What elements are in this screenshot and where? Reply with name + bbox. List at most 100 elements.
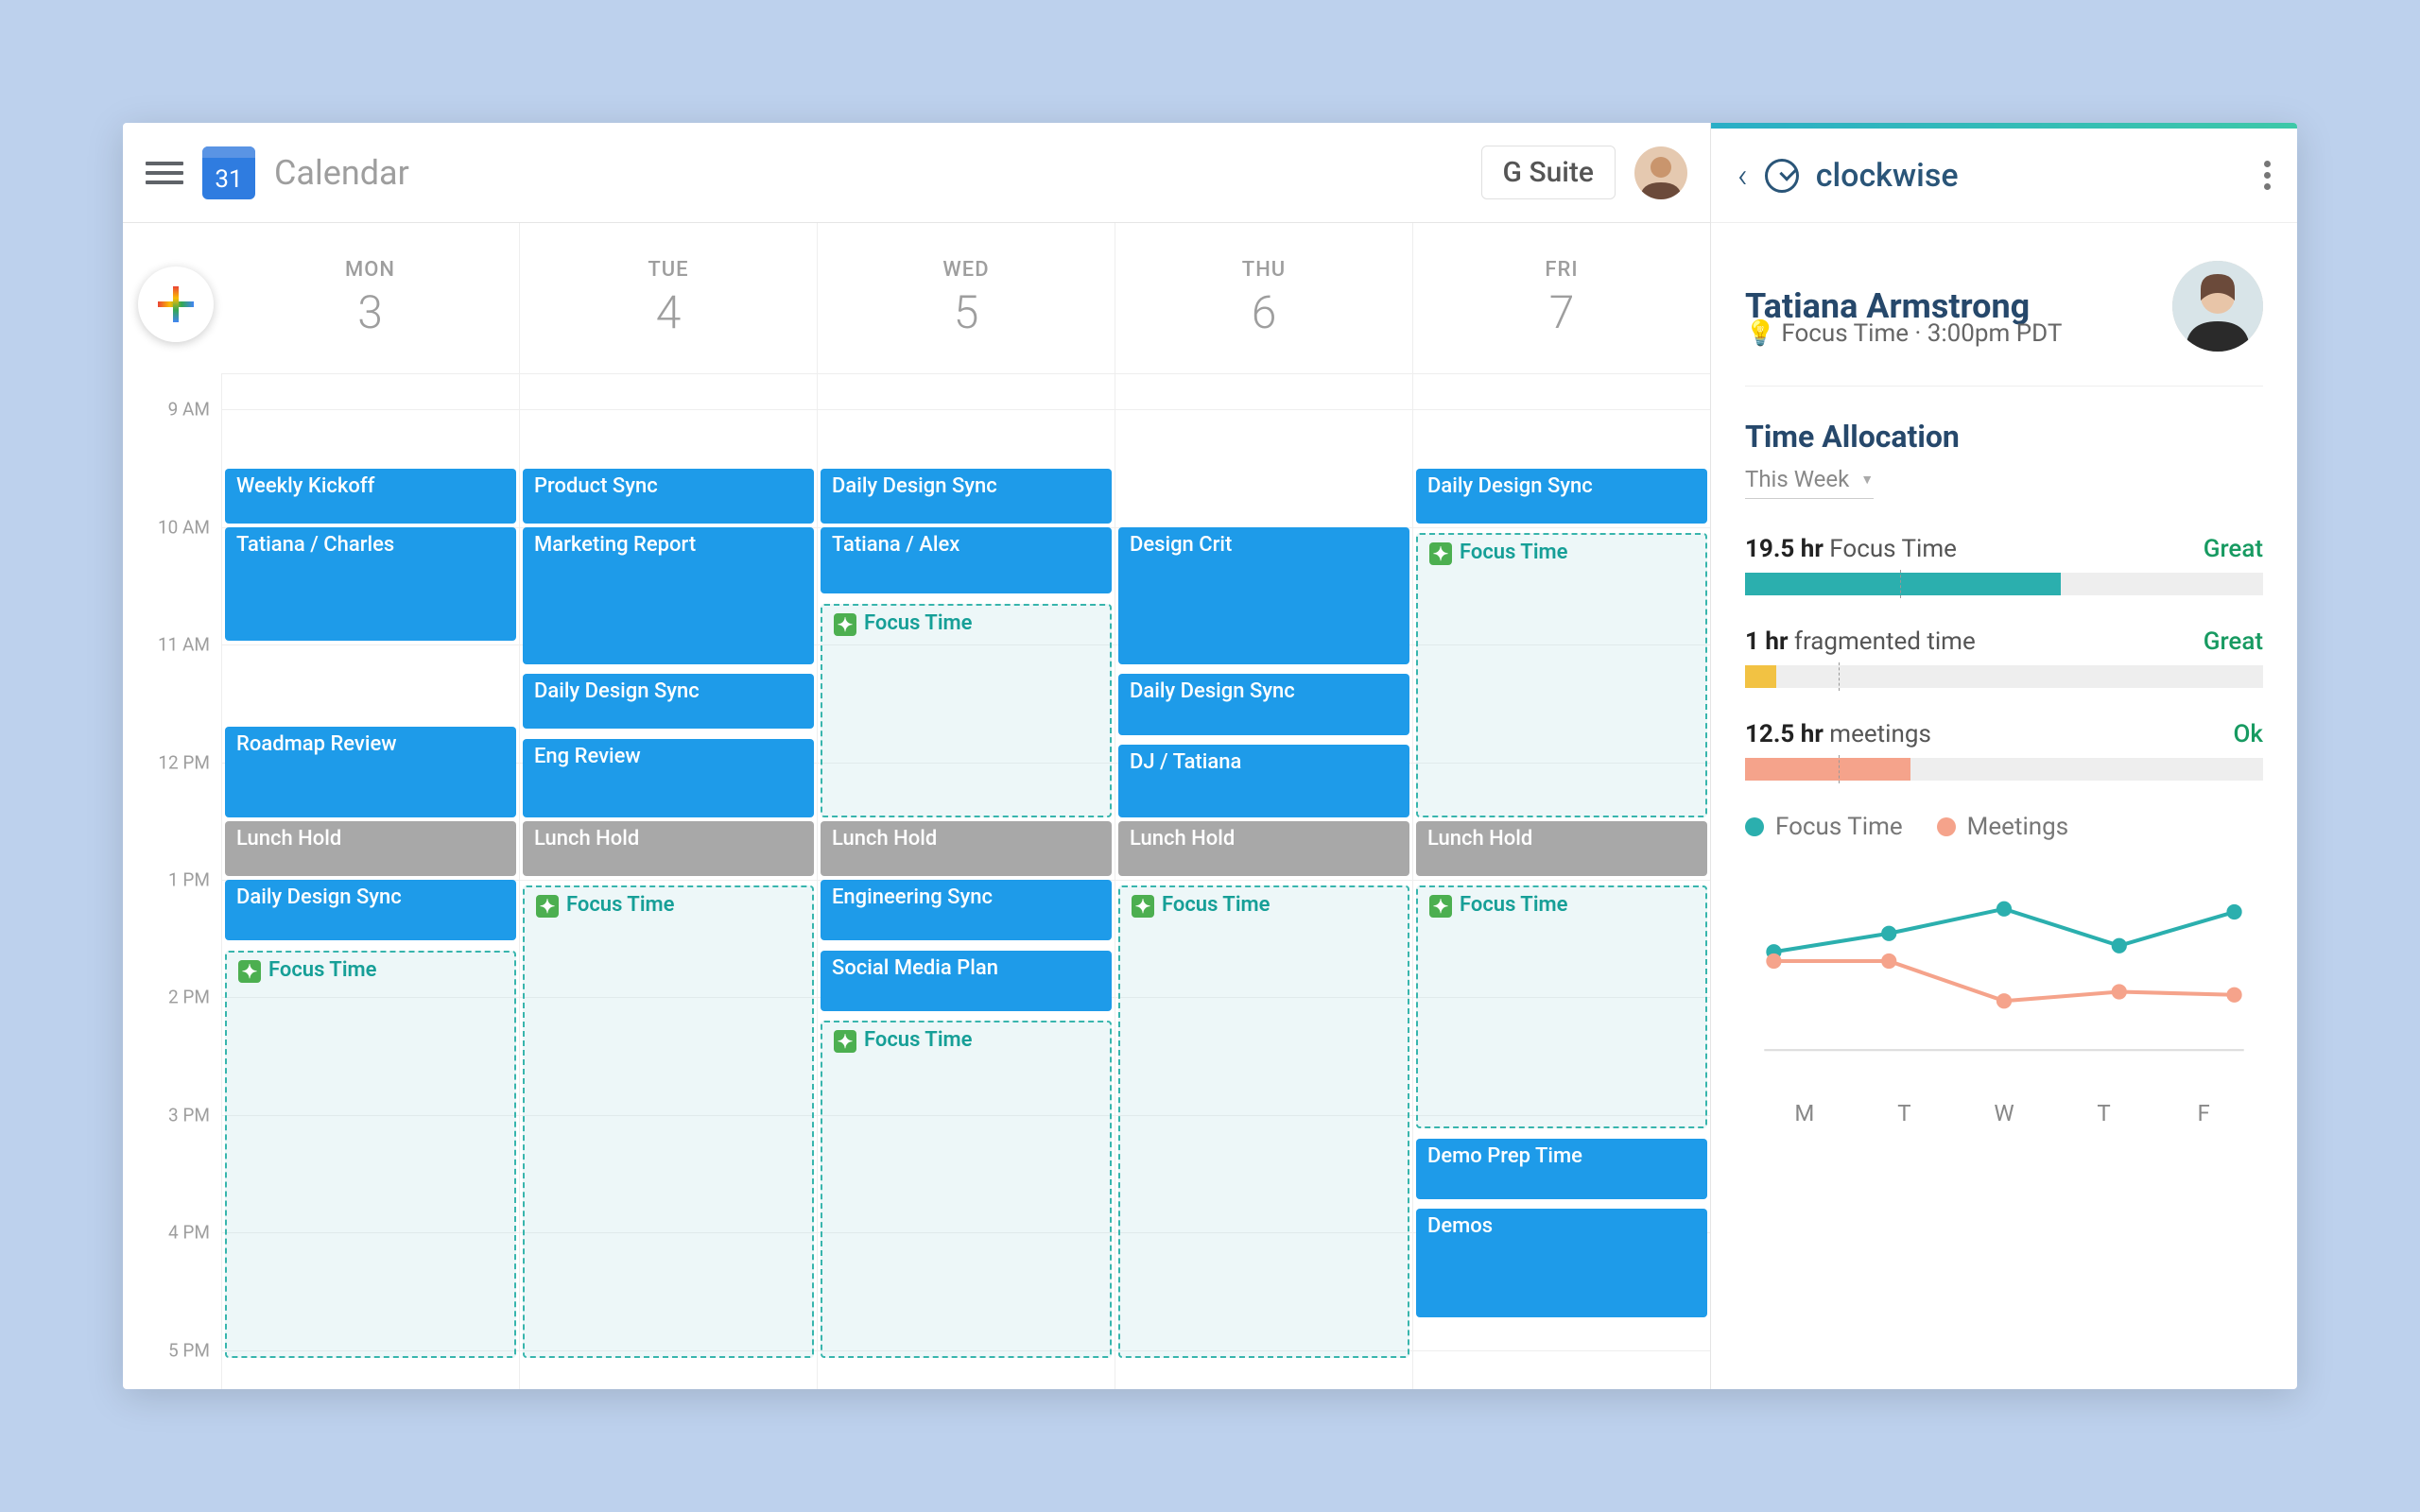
calendar-event[interactable]: Lunch Hold bbox=[225, 821, 516, 876]
clockwise-logo-icon bbox=[1765, 159, 1799, 193]
time-label: 4 PM bbox=[168, 1222, 210, 1244]
calendar-event[interactable]: Daily Design Sync bbox=[821, 469, 1112, 524]
menu-icon[interactable] bbox=[146, 154, 183, 192]
calendar-event[interactable]: DJ / Tatiana bbox=[1118, 745, 1409, 817]
status-text: Focus Time · 3:00pm PDT bbox=[1781, 319, 2062, 348]
time-label: 1 PM bbox=[168, 869, 210, 891]
calendar-body: MON3 TUE 4 WED5 THU 6 FRI7 9 AM10 AM11 AM12 PM… bbox=[123, 223, 1710, 1389]
event-label: Eng Review bbox=[534, 745, 641, 768]
event-label: Social Media Plan bbox=[832, 956, 998, 980]
calendar-event[interactable]: Design Crit bbox=[1118, 527, 1409, 664]
back-button[interactable]: ‹ bbox=[1737, 156, 1748, 196]
focus-icon: ✦ bbox=[834, 1030, 856, 1053]
focus-time-block[interactable]: ✦Focus Time bbox=[1416, 885, 1707, 1128]
event-label: Focus Time bbox=[1460, 541, 1568, 564]
gsuite-button[interactable]: G Suite bbox=[1481, 146, 1616, 199]
metric-label: 19.5 hr Focus Time bbox=[1745, 535, 1957, 563]
event-label: Engineering Sync bbox=[832, 885, 993, 909]
calendar-event[interactable]: Lunch Hold bbox=[821, 821, 1112, 876]
metric-label: 1 hr fragmented time bbox=[1745, 627, 1976, 656]
header: 31 Calendar G Suite bbox=[123, 123, 1710, 223]
calendar-event[interactable]: Eng Review bbox=[523, 739, 814, 817]
calendar-event[interactable]: Product Sync bbox=[523, 469, 814, 524]
calendar-columns[interactable]: 9 AM10 AM11 AM12 PM1 PM2 PM3 PM4 PM5 PM … bbox=[221, 374, 1710, 1389]
calendar-event[interactable]: Lunch Hold bbox=[1416, 821, 1707, 876]
legend-focus: Focus Time bbox=[1745, 813, 1903, 841]
focus-icon: ✦ bbox=[834, 613, 856, 636]
calendar-event[interactable]: Daily Design Sync bbox=[1118, 674, 1409, 734]
calendar-event[interactable]: Roadmap Review bbox=[225, 727, 516, 817]
chart-x-label: W bbox=[1954, 1100, 2054, 1126]
event-label: Daily Design Sync bbox=[1427, 474, 1593, 498]
day-column[interactable]: Daily Design Sync✦Focus TimeLunch Hold✦F… bbox=[1412, 374, 1710, 1389]
event-label: Weekly Kickoff bbox=[236, 474, 374, 498]
calendar-event[interactable]: Lunch Hold bbox=[1118, 821, 1409, 876]
header-actions: G Suite bbox=[1481, 146, 1687, 199]
calendar-event[interactable]: Lunch Hold bbox=[523, 821, 814, 876]
calendar-event[interactable]: Marketing Report bbox=[523, 527, 814, 664]
day-number: 3 bbox=[357, 285, 383, 339]
focus-time-block[interactable]: ✦Focus Time bbox=[1416, 533, 1707, 817]
chart-x-label: F bbox=[2153, 1100, 2254, 1126]
event-label: Tatiana / Alex bbox=[832, 533, 959, 557]
chevron-down-icon: ▼ bbox=[1860, 472, 1874, 488]
focus-icon: ✦ bbox=[536, 895, 559, 918]
day-number: 4 bbox=[656, 285, 682, 339]
metric-row: 19.5 hr Focus Time Great bbox=[1745, 535, 2263, 595]
focus-time-block[interactable]: ✦Focus Time bbox=[225, 951, 516, 1358]
metric-label: 12.5 hr meetings bbox=[1745, 720, 1931, 748]
time-allocation-chart bbox=[1745, 850, 2263, 1096]
event-label: Design Crit bbox=[1130, 533, 1232, 557]
day-header[interactable]: THU 6 bbox=[1115, 223, 1412, 373]
focus-icon: ✦ bbox=[1132, 895, 1154, 918]
period-selector[interactable]: This Week ▼ bbox=[1745, 466, 1874, 499]
day-column[interactable]: Design Crit Daily Design Sync DJ / Tatiana… bbox=[1115, 374, 1412, 1389]
day-column[interactable]: Weekly Kickoff Tatiana / Charles Roadmap R… bbox=[221, 374, 519, 1389]
event-label: Focus Time bbox=[1162, 893, 1270, 917]
calendar-event[interactable]: Daily Design Sync bbox=[523, 674, 814, 729]
day-header[interactable]: WED5 bbox=[817, 223, 1115, 373]
user-avatar[interactable] bbox=[1634, 146, 1687, 199]
calendar-event[interactable]: Tatiana / Charles bbox=[225, 527, 516, 641]
day-header[interactable]: MON3 bbox=[221, 223, 519, 373]
day-column[interactable]: Daily Design Sync Tatiana / Alex ✦ Focus Ti… bbox=[817, 374, 1115, 1389]
calendar-event[interactable]: Demo Prep Time bbox=[1416, 1139, 1707, 1199]
legend-meetings: Meetings bbox=[1937, 813, 2068, 841]
chart-x-label: T bbox=[2054, 1100, 2154, 1126]
day-name: TUE bbox=[648, 258, 688, 282]
clockwise-brand: clockwise bbox=[1816, 157, 1959, 195]
calendar-event[interactable]: Daily Design Sync bbox=[1416, 469, 1707, 524]
focus-time-block[interactable]: ✦Focus Time bbox=[523, 885, 814, 1358]
legend-meetings-label: Meetings bbox=[1967, 813, 2068, 841]
calendar-logo-icon: 31 bbox=[202, 146, 255, 199]
calendar-event[interactable]: Social Media Plan bbox=[821, 951, 1112, 1011]
day-header[interactable]: FRI7 bbox=[1412, 223, 1710, 373]
time-label: 9 AM bbox=[168, 399, 210, 421]
calendar-event[interactable]: Demos bbox=[1416, 1209, 1707, 1316]
focus-time-block[interactable]: ✦Focus Time bbox=[821, 604, 1112, 817]
calendar-event[interactable]: Daily Design Sync bbox=[225, 880, 516, 940]
calendar-panel: 31 Calendar G Suite MON3 TUE 4 WED5 THU 6 FRI7… bbox=[123, 123, 1711, 1389]
calendar-event[interactable]: Weekly Kickoff bbox=[225, 469, 516, 524]
metric-row: 12.5 hr meetings Ok bbox=[1745, 720, 2263, 781]
day-column[interactable]: Product Sync Marketing Report Daily Design… bbox=[519, 374, 817, 1389]
event-label: Focus Time bbox=[864, 1028, 973, 1052]
more-options-button[interactable] bbox=[2264, 161, 2271, 190]
legend-dot-icon bbox=[1745, 817, 1764, 836]
create-event-button[interactable] bbox=[138, 266, 214, 342]
calendar-event[interactable]: Tatiana / Alex bbox=[821, 527, 1112, 594]
day-name: WED bbox=[942, 258, 989, 282]
event-label: Marketing Report bbox=[534, 533, 696, 557]
time-labels: 9 AM10 AM11 AM12 PM1 PM2 PM3 PM4 PM5 PM bbox=[151, 374, 217, 1389]
day-name: THU bbox=[1242, 258, 1286, 282]
calendar-event[interactable]: Engineering Sync bbox=[821, 880, 1112, 940]
focus-time-block[interactable]: ✦ Focus Time bbox=[821, 1021, 1112, 1358]
time-allocation-title: Time Allocation bbox=[1745, 419, 2263, 455]
time-label: 11 AM bbox=[158, 634, 210, 656]
event-label: Roadmap Review bbox=[236, 732, 397, 756]
app-title: Calendar bbox=[274, 153, 409, 193]
day-header[interactable]: TUE 4 bbox=[519, 223, 817, 373]
event-label: Focus Time bbox=[268, 958, 377, 982]
day-number: 6 bbox=[1252, 285, 1277, 339]
focus-time-block[interactable]: ✦ Focus Time bbox=[1118, 885, 1409, 1358]
